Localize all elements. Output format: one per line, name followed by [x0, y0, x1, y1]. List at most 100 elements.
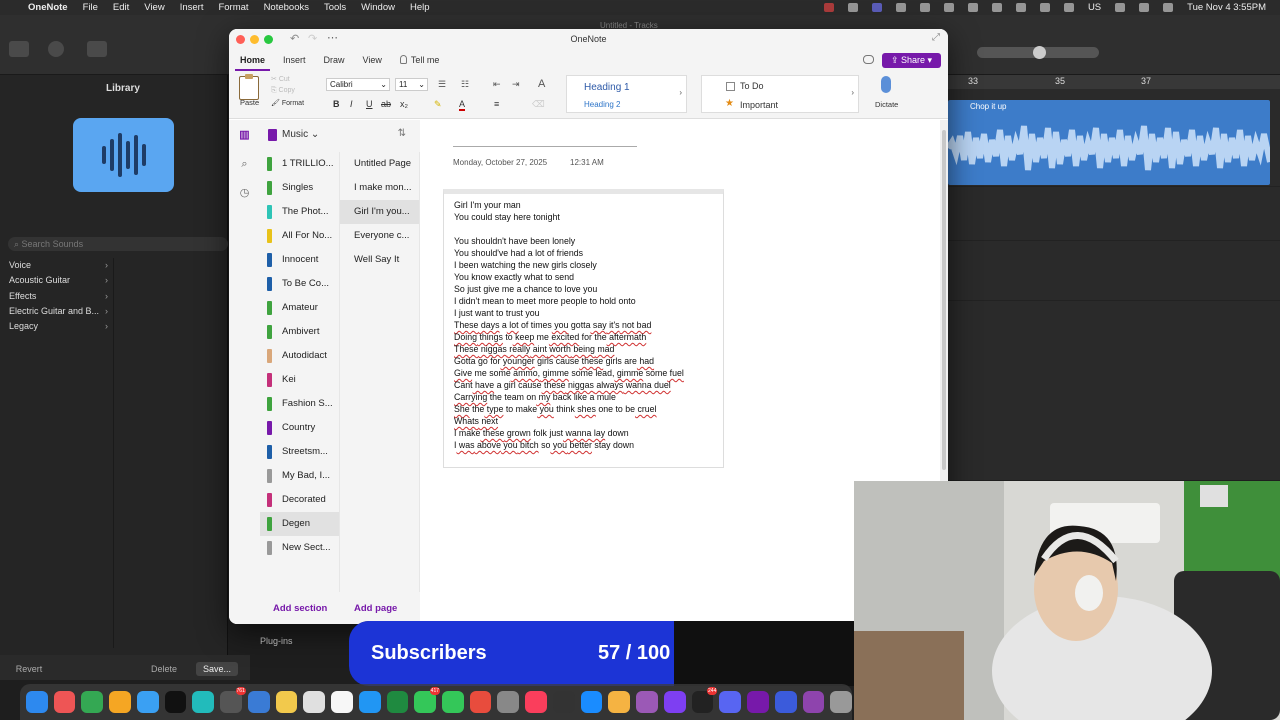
section-item[interactable]: Amateur [260, 296, 339, 320]
lyrics-text[interactable]: Girl I'm your man You could stay here ton… [454, 199, 684, 451]
search-sounds-input[interactable]: ⌕ Search Sounds [8, 237, 228, 251]
bold-button[interactable]: B [333, 99, 340, 109]
search-icon[interactable]: ⌕ [238, 158, 251, 171]
volume-slider[interactable] [977, 46, 1099, 59]
battery-icon[interactable] [1039, 3, 1050, 12]
dock-app-icon[interactable] [442, 691, 464, 713]
lyrics-line[interactable]: I been watching the new girls closely [454, 259, 684, 271]
clipboard-icon[interactable] [239, 74, 259, 100]
lyrics-line[interactable]: Girl I'm your man [454, 199, 684, 211]
dock-app-icon[interactable]: 244 [691, 687, 718, 713]
dock-app-icon[interactable] [830, 691, 853, 713]
lyrics-line[interactable]: Whats next [454, 415, 684, 427]
italic-button[interactable]: I [350, 99, 353, 109]
lyrics-line[interactable]: I just want to trust you [454, 307, 684, 319]
menu-view[interactable]: View [144, 2, 164, 13]
paste-button[interactable]: Paste [240, 98, 259, 107]
page-item[interactable]: I make mon... [340, 176, 419, 200]
dock-app-icon[interactable] [525, 691, 547, 713]
delete-button[interactable]: Delete [144, 662, 184, 676]
lyrics-line[interactable]: Give me some ammo, gimme some lead, gimm… [454, 367, 684, 379]
section-item[interactable]: Country [260, 416, 339, 440]
section-item[interactable]: Fashion S... [260, 392, 339, 416]
notebook-name[interactable]: Music ⌄ [282, 129, 319, 140]
scrollbar-thumb[interactable] [942, 130, 946, 470]
control-center-icon[interactable] [1139, 3, 1150, 12]
clear-formatting-icon[interactable]: ⌫ [532, 99, 545, 110]
decrease-indent-icon[interactable]: ⇤ [493, 79, 501, 90]
menu-clock[interactable]: Tue Nov 4 3:55PM [1187, 2, 1266, 13]
cut-button[interactable]: ✂ Cut [271, 75, 290, 83]
dock-app-icon[interactable] [663, 691, 686, 713]
dock-app-icon[interactable]: 417 [414, 687, 441, 713]
pencil-icon[interactable] [114, 41, 134, 57]
dictate-button[interactable]: Dictate [875, 100, 898, 109]
library-button[interactable] [9, 41, 29, 57]
dock-app-icon[interactable]: 761 [220, 687, 246, 713]
dock-app-icon[interactable] [109, 691, 131, 713]
siri-icon[interactable] [1163, 3, 1174, 12]
tab-insert[interactable]: Insert [278, 51, 311, 71]
dock-app-icon[interactable] [719, 691, 742, 713]
search-icon[interactable] [1115, 3, 1126, 12]
section-item[interactable]: To Be Co... [260, 272, 339, 296]
style-heading-1[interactable]: Heading 1 [584, 82, 630, 93]
tab-draw[interactable]: Draw [319, 51, 350, 71]
section-item[interactable]: Autodidact [260, 344, 339, 368]
font-family-select[interactable]: Calibri ⌄ [326, 78, 390, 91]
page-item[interactable]: Untitled Page [340, 152, 419, 176]
lyrics-line[interactable] [454, 223, 684, 235]
dock-app-icon[interactable] [802, 691, 825, 713]
expand-icon[interactable]: ⤢ [932, 32, 940, 43]
dock-app-icon[interactable] [164, 691, 187, 713]
style-heading-2[interactable]: Heading 2 [584, 100, 620, 109]
menu-notebooks[interactable]: Notebooks [264, 2, 309, 13]
share-button[interactable]: ⇪ Share ▾ [882, 53, 941, 68]
section-item[interactable]: Kei [260, 368, 339, 392]
page-item[interactable]: Everyone c... [340, 224, 419, 248]
lyrics-line[interactable]: Doing things to keep me excited for the … [454, 331, 684, 343]
smart-controls-button[interactable] [87, 41, 107, 57]
section-item[interactable]: All For No... [260, 224, 339, 248]
dock-app-icon[interactable] [386, 691, 409, 713]
lyrics-line[interactable]: So just give me a chance to love you [454, 283, 684, 295]
audio-region[interactable]: Chop it up [948, 100, 1270, 185]
section-item[interactable]: Degen [260, 512, 339, 536]
section-item[interactable]: Decorated [260, 488, 339, 512]
lyrics-line[interactable]: I make these grown folk just wanna lay d… [454, 427, 684, 439]
add-section-button[interactable]: Add section [273, 603, 327, 614]
sort-icon[interactable]: ⇅ [398, 128, 406, 139]
lyrics-line[interactable]: You should've had a lot of friends [454, 247, 684, 259]
keyboard-input-label[interactable]: US [1088, 2, 1101, 13]
dock-app-icon[interactable] [136, 691, 159, 713]
notebook-picker[interactable]: Music ⌄ ⇅ [260, 120, 420, 152]
revert-button[interactable]: Revert [8, 662, 50, 676]
section-item[interactable]: Singles [260, 176, 339, 200]
increase-indent-icon[interactable]: ⇥ [512, 79, 520, 90]
dock-app-icon[interactable] [608, 691, 631, 713]
lyrics-line[interactable]: I didn't mean to meet more people to hol… [454, 295, 684, 307]
dock-app-icon[interactable] [469, 691, 492, 713]
menu-app-name[interactable]: OneNote [28, 2, 68, 13]
section-item[interactable]: New Sect... [260, 536, 339, 560]
styles-gallery[interactable]: Heading 1 Heading 2 › [566, 75, 687, 113]
window-icon[interactable] [895, 3, 906, 12]
help-button[interactable] [48, 41, 64, 57]
wifi-icon[interactable] [1063, 3, 1074, 12]
menu-help[interactable]: Help [410, 2, 430, 13]
timeline-ruler[interactable]: 33 35 37 [948, 75, 1280, 89]
underline-button[interactable]: U [366, 99, 373, 109]
page-item[interactable]: Girl I'm you... [340, 200, 419, 224]
status-icon[interactable] [847, 3, 858, 12]
lyrics-line[interactable]: Gotta go for younger girls cause these g… [454, 355, 684, 367]
subscript-button[interactable]: x₂ [400, 99, 408, 109]
dock-app-icon[interactable] [303, 691, 326, 713]
sync-icon[interactable] [863, 55, 874, 64]
format-painter-button[interactable]: 🖌 Format [271, 99, 304, 107]
dock-app-icon[interactable] [552, 691, 575, 713]
save-button[interactable]: Save... [196, 662, 238, 676]
dock-app-icon[interactable] [774, 691, 797, 713]
notebooks-icon[interactable]: ▥ [238, 128, 251, 141]
status-icon[interactable] [943, 3, 954, 12]
dock-app-icon[interactable] [81, 691, 104, 713]
